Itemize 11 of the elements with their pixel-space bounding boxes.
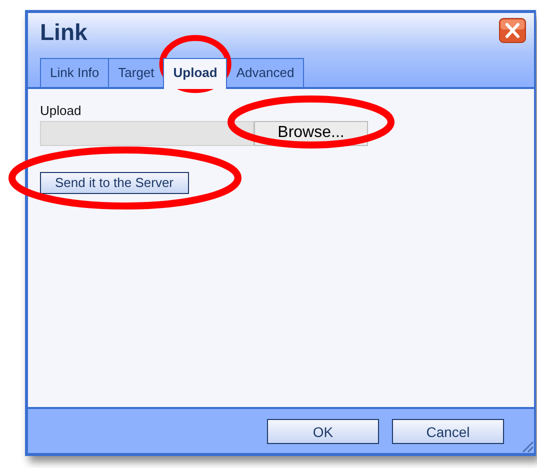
tab[interactable]: Link Info: [40, 58, 110, 87]
send-button[interactable]: Send it to the Server: [40, 172, 189, 194]
file-path-field[interactable]: [40, 120, 254, 146]
cancel-button[interactable]: Cancel: [392, 419, 504, 444]
tab[interactable]: Upload: [163, 58, 228, 89]
close-icon[interactable]: [499, 18, 526, 43]
field-label: Upload: [40, 103, 82, 119]
resize-grip-icon[interactable]: [520, 439, 534, 453]
window-title: Link: [40, 18, 88, 47]
tab[interactable]: Advanced: [226, 58, 304, 87]
ok-button[interactable]: OK: [267, 419, 379, 444]
